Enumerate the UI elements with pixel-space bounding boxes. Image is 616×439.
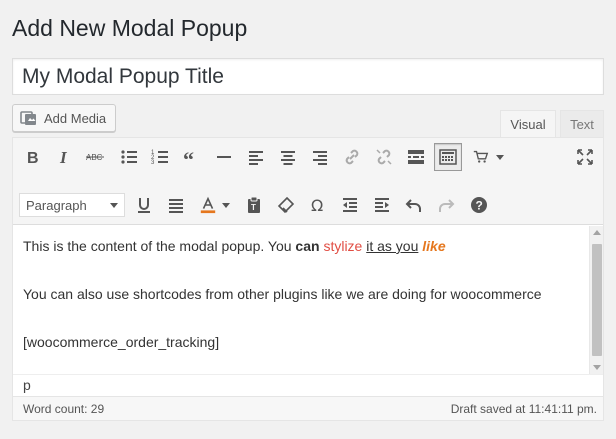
underline-icon <box>138 198 150 213</box>
editor: B I ABC 123 “ Paragraph T Ω ? This is th… <box>12 137 604 421</box>
underlined-text: it as you <box>366 238 419 254</box>
editor-toolbar: B I ABC 123 “ Paragraph T Ω ? <box>13 138 603 225</box>
indent-button[interactable] <box>368 191 396 219</box>
svg-text:Ω: Ω <box>311 196 323 215</box>
scroll-thumb[interactable] <box>592 244 602 356</box>
scroll-up-arrow-icon[interactable] <box>593 230 601 235</box>
content-line-3: [woocommerce_order_tracking] <box>23 334 220 350</box>
status-bar: Word count: 29 Draft saved at 11:41:11 p… <box>13 396 603 420</box>
italic-button[interactable]: I <box>50 143 78 171</box>
align-left-icon <box>249 151 263 165</box>
blockquote-button[interactable]: “ <box>178 143 206 171</box>
word-count: Word count: 29 <box>23 401 105 416</box>
content-line-2: You can also use shortcodes from other p… <box>23 286 542 302</box>
align-center-icon <box>281 151 295 165</box>
red-text: stylize <box>323 238 363 254</box>
element-path[interactable]: p <box>13 374 603 396</box>
svg-text:T: T <box>251 203 256 212</box>
format-select-value: Paragraph <box>26 197 87 213</box>
outdent-button[interactable] <box>336 191 364 219</box>
svg-text:“: “ <box>183 147 194 167</box>
redo-button[interactable] <box>432 191 460 219</box>
format-select[interactable]: Paragraph <box>19 193 125 217</box>
link-button[interactable] <box>338 143 366 171</box>
underline-button[interactable] <box>130 191 158 219</box>
svg-text:B: B <box>27 150 39 167</box>
tab-visual[interactable]: Visual <box>500 110 556 138</box>
help-icon: ? <box>471 197 487 213</box>
cart-icon <box>473 150 489 163</box>
clear-formatting-button[interactable] <box>272 191 300 219</box>
numbered-list-icon: 123 <box>151 150 168 166</box>
svg-text:3: 3 <box>151 160 155 166</box>
add-media-label: Add Media <box>44 110 107 126</box>
justify-icon <box>169 199 183 213</box>
align-center-button[interactable] <box>274 143 302 171</box>
strikethrough-button[interactable]: ABC <box>81 143 109 171</box>
text-color-icon <box>200 196 215 214</box>
add-media-button[interactable]: Add Media <box>12 104 116 132</box>
scroll-down-arrow-icon[interactable] <box>593 365 601 370</box>
help-button[interactable]: ? <box>465 191 493 219</box>
fullscreen-icon <box>577 149 593 165</box>
svg-text:?: ? <box>476 199 483 213</box>
tab-text[interactable]: Text <box>560 110 604 138</box>
bold-button[interactable]: B <box>19 143 47 171</box>
link-icon <box>345 149 359 165</box>
add-media-icon <box>20 111 36 125</box>
toolbar-toggle-button[interactable] <box>434 143 462 171</box>
align-right-icon <box>313 151 327 165</box>
special-character-button[interactable]: Ω <box>304 191 332 219</box>
content-text: This is the content of the modal popup. … <box>23 238 296 254</box>
chevron-down-icon <box>496 154 504 160</box>
omega-icon: Ω <box>311 196 323 215</box>
eraser-icon <box>277 196 295 214</box>
blockquote-icon: “ <box>183 147 194 167</box>
cart-dropdown-button[interactable] <box>468 143 508 171</box>
draft-saved-status: Draft saved at 11:41:11 pm. <box>450 401 597 416</box>
fullscreen-button[interactable] <box>571 143 599 171</box>
title-input[interactable] <box>12 58 604 95</box>
bold-icon: B <box>27 150 39 167</box>
align-right-button[interactable] <box>306 143 334 171</box>
bullet-list-icon <box>121 150 137 164</box>
numbered-list-button[interactable]: 123 <box>146 143 174 171</box>
toolbar-toggle-icon <box>439 149 457 165</box>
bullet-list-button[interactable] <box>115 143 143 171</box>
strikethrough-icon: ABC <box>86 153 104 162</box>
chevron-down-icon <box>221 202 230 208</box>
text-color-button[interactable] <box>194 191 234 219</box>
read-more-button[interactable] <box>402 143 430 171</box>
redo-icon <box>439 199 455 212</box>
editor-content[interactable]: This is the content of the modal popup. … <box>13 226 589 374</box>
editor-scrollbar[interactable] <box>589 226 603 374</box>
horizontal-rule-icon <box>217 156 231 158</box>
read-more-icon <box>408 150 424 164</box>
justify-button[interactable] <box>162 191 190 219</box>
undo-icon <box>405 199 421 212</box>
bold-text: can <box>295 238 320 254</box>
unlink-button[interactable] <box>370 143 398 171</box>
undo-button[interactable] <box>400 191 428 219</box>
horizontal-rule-button[interactable] <box>210 143 238 171</box>
outdent-icon <box>343 198 357 212</box>
unlink-icon <box>376 149 392 165</box>
chevron-down-icon <box>110 203 118 208</box>
content-line-1: This is the content of the modal popup. … <box>23 234 579 258</box>
paste-text-button[interactable]: T <box>240 191 268 219</box>
paste-icon: T <box>248 196 260 213</box>
align-left-button[interactable] <box>242 143 270 171</box>
svg-text:I: I <box>59 148 68 167</box>
page-title: Add New Modal Popup <box>12 15 248 41</box>
indent-icon <box>375 198 389 212</box>
italic-icon: I <box>59 148 68 167</box>
italic-orange-text: like <box>422 238 446 254</box>
